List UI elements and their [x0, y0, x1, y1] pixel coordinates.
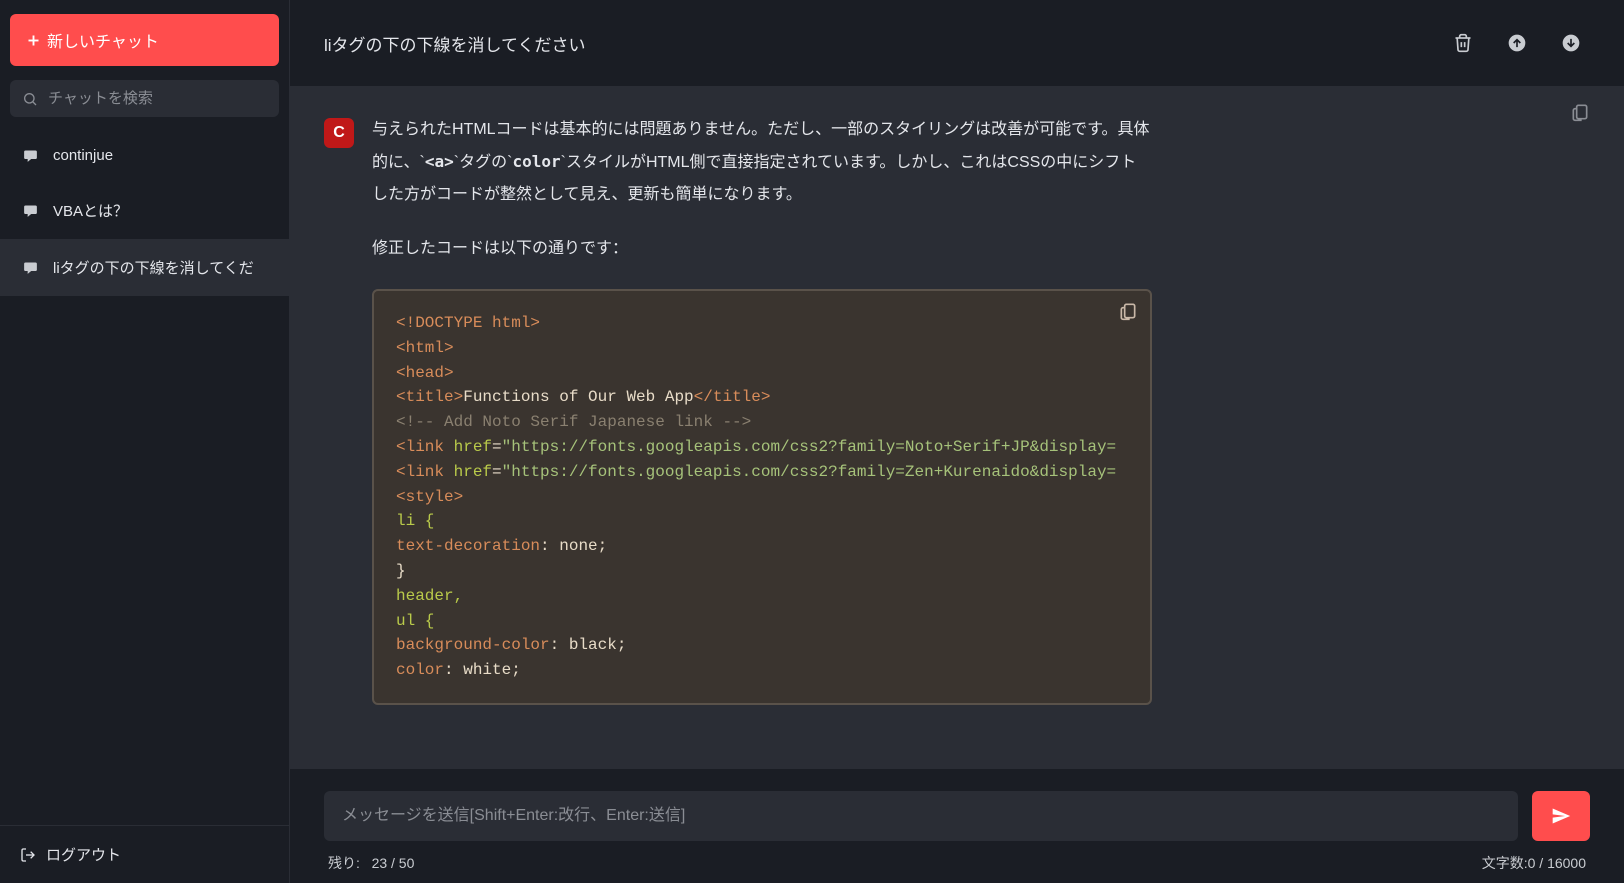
search-wrap[interactable] [10, 80, 279, 117]
sidebar-item-label: liタグの下の下線を消してくだ [53, 257, 254, 278]
bottom-bar: 残り: 23 / 50 文字数:0 / 16000 [290, 769, 1624, 883]
main: liタグの下の下線を消してください C 与えられたHTMLコードは基本的には問題… [290, 0, 1624, 883]
content: C 与えられたHTMLコードは基本的には問題ありません。ただし、一部のスタイリン… [290, 86, 1624, 769]
page-title: liタグの下の下線を消してください [324, 31, 1428, 56]
inline-code: color [512, 152, 560, 171]
avatar: C [324, 118, 354, 148]
send-icon [1551, 806, 1571, 826]
copy-code-button[interactable] [1118, 301, 1138, 333]
input-row [324, 791, 1590, 841]
char-counter: 文字数:0 / 16000 [1482, 853, 1586, 873]
clipboard-icon [1570, 102, 1590, 122]
search-input[interactable] [48, 90, 267, 107]
chat-icon [22, 259, 39, 276]
chat-icon [22, 147, 39, 164]
status-row: 残り: 23 / 50 文字数:0 / 16000 [324, 841, 1590, 873]
avatar-letter: C [333, 124, 345, 142]
clipboard-icon [1118, 301, 1138, 321]
download-button[interactable] [1552, 24, 1590, 62]
send-button[interactable] [1532, 791, 1590, 841]
search-icon [22, 91, 38, 107]
delete-button[interactable] [1444, 24, 1482, 62]
plus-icon [26, 33, 41, 48]
copy-message-button[interactable] [1570, 102, 1590, 127]
code-content: <!DOCTYPE html> <html> <head> <title>Fun… [374, 291, 1150, 703]
logout-label: ログアウト [46, 844, 121, 865]
sidebar-item-2[interactable]: liタグの下の下線を消してくだ [0, 239, 289, 296]
chat-icon [22, 202, 39, 219]
inline-code: <a> [425, 152, 454, 171]
arrow-down-circle-icon [1561, 33, 1581, 53]
logout-button[interactable]: ログアウト [0, 825, 289, 883]
chat-list: continjue VBAとは？ liタグの下の下線を消してくだ [0, 129, 289, 825]
message-body: 与えられたHTMLコードは基本的には問題ありません。ただし、一部のスタイリングは… [372, 114, 1152, 705]
sidebar-item-label: continjue [53, 147, 113, 164]
code-block: <!DOCTYPE html> <html> <head> <title>Fun… [372, 289, 1152, 705]
topbar: liタグの下の下線を消してください [290, 0, 1624, 86]
trash-icon [1453, 33, 1473, 53]
message-paragraph-1: 与えられたHTMLコードは基本的には問題ありません。ただし、一部のスタイリングは… [372, 114, 1152, 211]
sidebar-item-label: VBAとは？ [53, 200, 128, 221]
logout-icon [20, 847, 36, 863]
remaining-counter: 残り: 23 / 50 [328, 853, 414, 873]
upload-button[interactable] [1498, 24, 1536, 62]
sidebar-item-1[interactable]: VBAとは？ [0, 182, 289, 239]
assistant-message: C 与えられたHTMLコードは基本的には問題ありません。ただし、一部のスタイリン… [324, 114, 1590, 705]
arrow-up-circle-icon [1507, 33, 1527, 53]
new-chat-button[interactable]: 新しいチャット [10, 14, 279, 66]
sidebar-item-0[interactable]: continjue [0, 129, 289, 182]
message-paragraph-2: 修正したコードは以下の通りです： [372, 233, 1152, 265]
message-input[interactable] [324, 791, 1518, 841]
sidebar: 新しいチャット continjue VBAとは？ liタグの下の下線を消してくだ… [0, 0, 290, 883]
new-chat-label: 新しいチャット [47, 28, 159, 52]
